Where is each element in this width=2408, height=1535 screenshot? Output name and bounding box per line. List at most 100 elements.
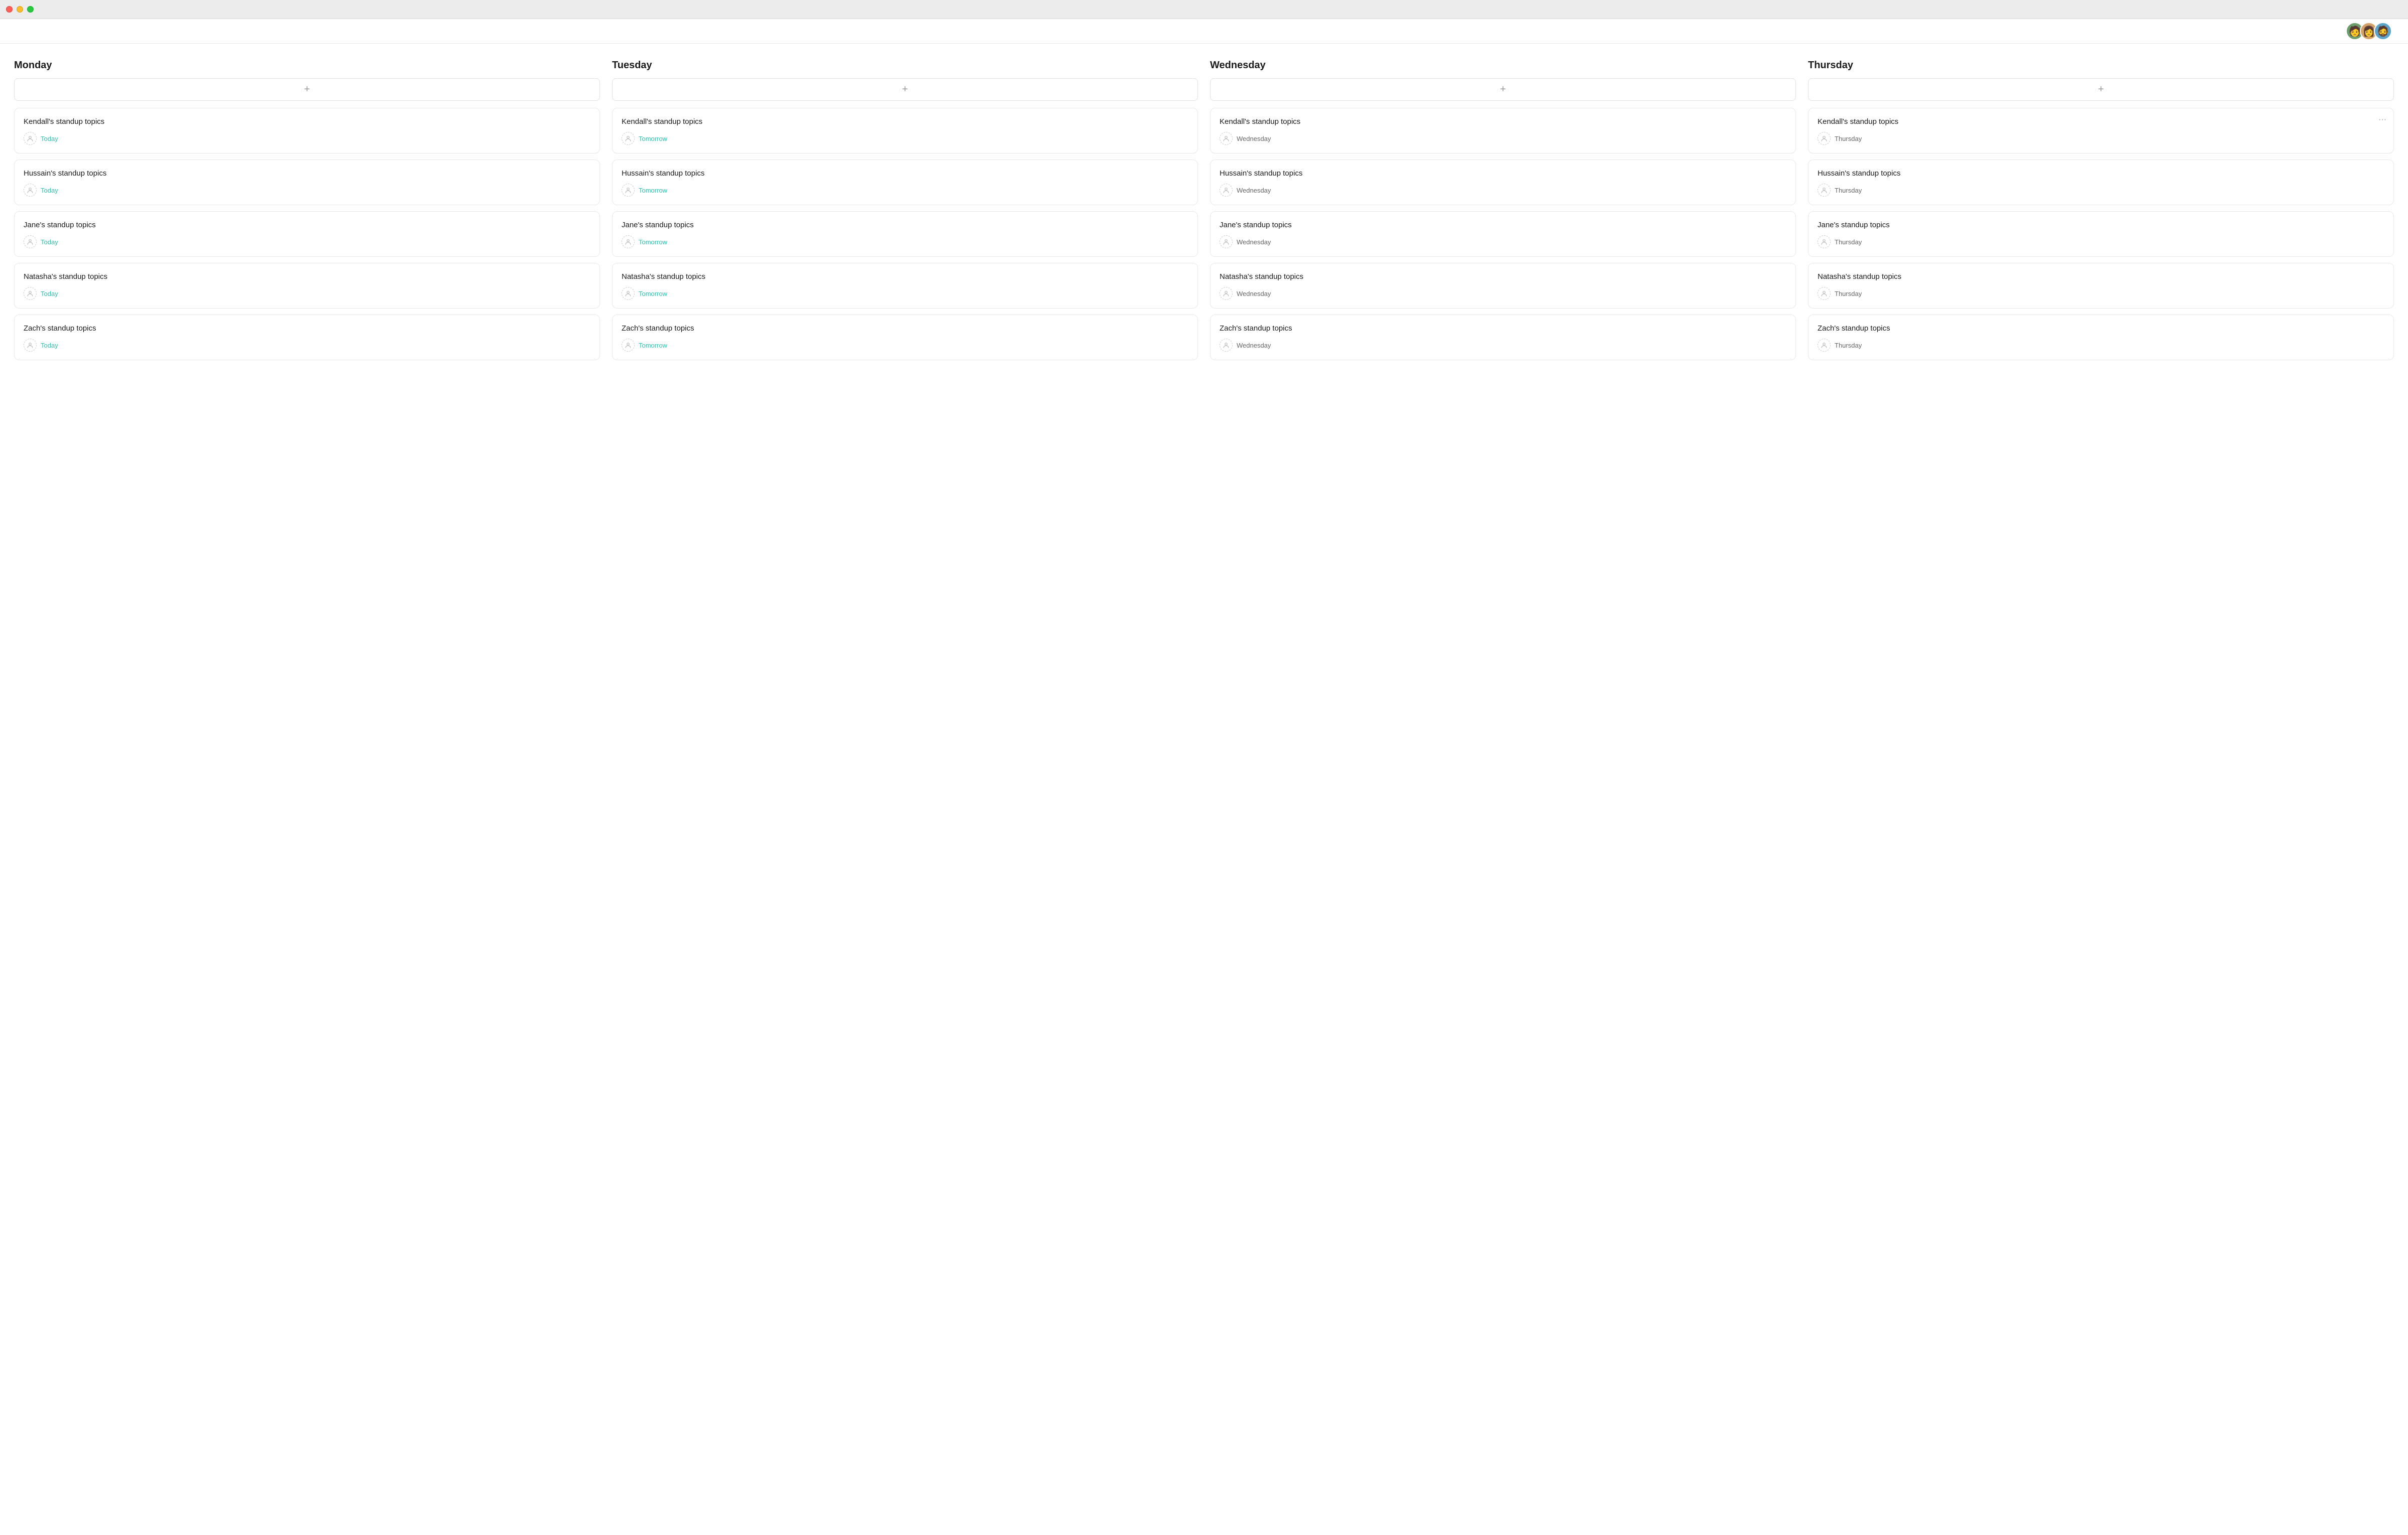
person-icon (622, 235, 635, 248)
card-date-label: Thursday (1835, 342, 1862, 349)
card-tuesday-3[interactable]: Natasha's standup topics Tomorrow (612, 263, 1198, 309)
card-meta: Wednesday (1220, 132, 1786, 145)
card-date-label: Today (41, 342, 58, 349)
person-icon (1220, 235, 1233, 248)
maximize-button[interactable] (27, 6, 34, 13)
column-monday: Monday+Kendall's standup topics TodayHus… (14, 60, 600, 366)
card-title: Kendall's standup topics (1818, 117, 2384, 126)
card-date-label: Thursday (1835, 135, 1862, 142)
card-wednesday-4[interactable]: Zach's standup topics Wednesday (1210, 315, 1796, 360)
card-title: Natasha's standup topics (622, 272, 1188, 281)
titlebar (0, 0, 2408, 19)
card-title: Jane's standup topics (1220, 221, 1786, 229)
card-meta: Today (24, 132, 590, 145)
card-tuesday-0[interactable]: Kendall's standup topics Tomorrow (612, 108, 1198, 154)
card-wednesday-1[interactable]: Hussain's standup topics Wednesday (1210, 160, 1796, 205)
card-title: Natasha's standup topics (1818, 272, 2384, 281)
close-button[interactable] (6, 6, 13, 13)
minimize-button[interactable] (17, 6, 23, 13)
card-meta: Thursday (1818, 184, 2384, 197)
person-icon (622, 132, 635, 145)
person-icon (1220, 287, 1233, 300)
card-monday-3[interactable]: Natasha's standup topics Today (14, 263, 600, 309)
card-date-label: Tomorrow (639, 238, 667, 246)
card-meta: Thursday (1818, 339, 2384, 352)
card-date-label: Tomorrow (639, 342, 667, 349)
card-meta: Wednesday (1220, 287, 1786, 300)
card-date-label: Thursday (1835, 238, 1862, 246)
card-thursday-2[interactable]: Jane's standup topics Thursday (1808, 211, 2394, 257)
person-icon (622, 287, 635, 300)
card-tuesday-4[interactable]: Zach's standup topics Tomorrow (612, 315, 1198, 360)
card-date-label: Wednesday (1237, 290, 1271, 297)
column-header-wednesday: Wednesday (1210, 60, 1796, 71)
person-icon (24, 235, 37, 248)
person-icon (24, 287, 37, 300)
card-meta: Thursday (1818, 235, 2384, 248)
card-tuesday-1[interactable]: Hussain's standup topics Tomorrow (612, 160, 1198, 205)
board: Monday+Kendall's standup topics TodayHus… (0, 44, 2408, 382)
person-icon (1220, 184, 1233, 197)
card-meta: Thursday (1818, 287, 2384, 300)
card-title: Jane's standup topics (1818, 221, 2384, 229)
card-meta: Today (24, 287, 590, 300)
card-thursday-1[interactable]: Hussain's standup topics Thursday (1808, 160, 2394, 205)
card-title: Kendall's standup topics (1220, 117, 1786, 126)
card-date-label: Today (41, 187, 58, 194)
person-icon (24, 184, 37, 197)
card-date-label: Today (41, 290, 58, 297)
card-monday-0[interactable]: Kendall's standup topics Today (14, 108, 600, 154)
person-icon (1818, 339, 1831, 352)
card-title: Kendall's standup topics (622, 117, 1188, 126)
card-menu-button[interactable]: ··· (2378, 115, 2386, 124)
person-icon (622, 184, 635, 197)
card-thursday-4[interactable]: Zach's standup topics Thursday (1808, 315, 2394, 360)
add-card-button-monday[interactable]: + (14, 78, 600, 101)
card-monday-4[interactable]: Zach's standup topics Today (14, 315, 600, 360)
card-date-label: Wednesday (1237, 238, 1271, 246)
card-meta: Today (24, 184, 590, 197)
add-card-button-thursday[interactable]: + (1808, 78, 2394, 101)
card-title: Hussain's standup topics (1220, 169, 1786, 178)
card-title: Jane's standup topics (24, 221, 590, 229)
add-card-button-tuesday[interactable]: + (612, 78, 1198, 101)
person-icon (622, 339, 635, 352)
card-title: Zach's standup topics (1220, 324, 1786, 333)
card-meta: Thursday (1818, 132, 2384, 145)
card-wednesday-3[interactable]: Natasha's standup topics Wednesday (1210, 263, 1796, 309)
card-thursday-0[interactable]: ···Kendall's standup topics Thursday (1808, 108, 2394, 154)
card-date-label: Tomorrow (639, 187, 667, 194)
avatars-group: 🧑 👩 🧔 (2346, 22, 2392, 40)
card-title: Zach's standup topics (1818, 324, 2384, 333)
card-title: Zach's standup topics (24, 324, 590, 333)
card-meta: Tomorrow (622, 339, 1188, 352)
card-meta: Tomorrow (622, 132, 1188, 145)
column-wednesday: Wednesday + Kendall's standup topics Wedne… (1210, 60, 1796, 366)
card-monday-1[interactable]: Hussain's standup topics Today (14, 160, 600, 205)
avatar-3[interactable]: 🧔 (2374, 22, 2392, 40)
card-meta: Today (24, 235, 590, 248)
card-title: Natasha's standup topics (1220, 272, 1786, 281)
card-date-label: Wednesday (1237, 135, 1271, 142)
card-title: Hussain's standup topics (1818, 169, 2384, 178)
card-date-label: Today (41, 135, 58, 142)
card-thursday-3[interactable]: Natasha's standup topics Thursday (1808, 263, 2394, 309)
card-date-label: Thursday (1835, 290, 1862, 297)
card-title: Natasha's standup topics (24, 272, 590, 281)
card-date-label: Wednesday (1237, 187, 1271, 194)
card-title: Kendall's standup topics (24, 117, 590, 126)
card-meta: Tomorrow (622, 287, 1188, 300)
person-icon (1818, 184, 1831, 197)
add-card-button-wednesday[interactable]: + (1210, 78, 1796, 101)
column-header-monday: Monday (14, 60, 600, 71)
card-meta: Wednesday (1220, 184, 1786, 197)
person-icon (24, 339, 37, 352)
card-meta: Wednesday (1220, 339, 1786, 352)
column-thursday: Thursday + ···Kendall's standup topics Thu… (1808, 60, 2394, 366)
card-tuesday-2[interactable]: Jane's standup topics Tomorrow (612, 211, 1198, 257)
card-title: Hussain's standup topics (24, 169, 590, 178)
header: 🧑 👩 🧔 (0, 19, 2408, 44)
card-wednesday-2[interactable]: Jane's standup topics Wednesday (1210, 211, 1796, 257)
card-wednesday-0[interactable]: Kendall's standup topics Wednesday (1210, 108, 1796, 154)
card-monday-2[interactable]: Jane's standup topics Today (14, 211, 600, 257)
